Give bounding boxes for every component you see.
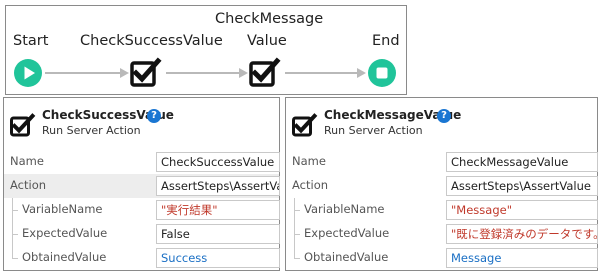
tree-guide xyxy=(294,234,300,235)
property-row-expected-value: ExpectedValue "既に登録済みのデータです。" xyxy=(286,222,598,246)
expected-value-field[interactable]: False xyxy=(156,224,280,244)
property-row-action: Action AssertSteps\AssertValue xyxy=(286,174,598,198)
flow-label-start: Start xyxy=(13,33,49,49)
property-label: VariableName xyxy=(304,202,385,216)
tree-guide xyxy=(12,210,18,211)
check-success-value-node[interactable] xyxy=(130,57,162,87)
property-row-obtained-value: ObtainedValue Success xyxy=(4,246,280,270)
connector-check-success-to-check-message xyxy=(166,72,240,74)
variable-name-field[interactable]: "実行結果" xyxy=(156,200,280,220)
property-label: Action xyxy=(10,178,47,192)
property-row-action: Action AssertSteps\AssertValue xyxy=(4,174,280,198)
connector-start-to-check-success xyxy=(45,72,121,74)
property-label: ExpectedValue xyxy=(304,226,390,240)
action-field[interactable]: AssertSteps\AssertValue xyxy=(156,176,280,196)
property-label: ExpectedValue xyxy=(22,226,108,240)
property-label: ObtainedValue xyxy=(22,250,107,264)
property-row-variable-name: VariableName "Message" xyxy=(286,198,598,222)
obtained-value-field[interactable]: Message xyxy=(446,248,598,268)
checkbox-check-icon xyxy=(10,113,36,137)
arrowhead-end xyxy=(357,68,366,78)
variable-name-field[interactable]: "Message" xyxy=(446,200,598,220)
tree-guide xyxy=(294,258,300,259)
property-label: Action xyxy=(292,178,329,192)
properties-panel-check-message: CheckMessageValue ? Run Server Action Na… xyxy=(285,97,598,271)
help-icon[interactable]: ? xyxy=(437,109,451,123)
property-row-name: Name CheckMessageValue xyxy=(286,150,598,174)
flow-label-check-success: CheckSuccessValue xyxy=(80,33,223,49)
arrowhead-check-success xyxy=(120,68,129,78)
property-row-variable-name: VariableName "実行結果" xyxy=(4,198,280,222)
connector-check-message-to-end xyxy=(285,72,358,74)
play-icon xyxy=(24,66,35,80)
arrowhead-check-message xyxy=(239,68,248,78)
flow-label-check-message-line1: CheckMessage xyxy=(215,11,324,27)
panel-header: CheckSuccessValue ? Run Server Action xyxy=(4,98,279,144)
action-field[interactable]: AssertSteps\AssertValue xyxy=(446,176,598,196)
property-label: Name xyxy=(292,154,326,168)
property-label: ObtainedValue xyxy=(304,250,389,264)
flow-diagram: Start CheckSuccessValue CheckMessage Val… xyxy=(5,5,407,95)
checkbox-check-icon xyxy=(130,57,162,87)
name-field[interactable]: CheckMessageValue xyxy=(446,152,598,172)
flow-label-end: End xyxy=(372,33,400,49)
property-row-expected-value: ExpectedValue False xyxy=(4,222,280,246)
end-node[interactable] xyxy=(368,59,396,87)
property-label: Name xyxy=(10,154,44,168)
property-row-obtained-value: ObtainedValue Message xyxy=(286,246,598,270)
panel-subtitle: Run Server Action xyxy=(324,124,423,137)
stop-icon xyxy=(376,67,388,79)
name-field[interactable]: CheckSuccessValue xyxy=(156,152,280,172)
properties-panel-check-success: CheckSuccessValue ? Run Server Action Na… xyxy=(3,97,280,271)
panel-header: CheckMessageValue ? Run Server Action xyxy=(286,98,597,144)
property-grid: Name CheckMessageValue Action AssertStep… xyxy=(286,150,598,270)
property-grid: Name CheckSuccessValue Action AssertStep… xyxy=(4,150,280,270)
tree-guide xyxy=(294,210,300,211)
property-label: VariableName xyxy=(22,202,103,216)
tree-guide xyxy=(12,234,18,235)
expected-value-field[interactable]: "既に登録済みのデータです。" xyxy=(446,224,598,244)
panel-subtitle: Run Server Action xyxy=(42,124,141,137)
help-icon[interactable]: ? xyxy=(147,109,161,123)
checkbox-check-icon xyxy=(249,57,281,87)
obtained-value-field[interactable]: Success xyxy=(156,248,280,268)
start-node[interactable] xyxy=(14,59,42,87)
property-row-name: Name CheckSuccessValue xyxy=(4,150,280,174)
tree-guide xyxy=(12,258,18,259)
flow-label-check-message-line2: Value xyxy=(247,33,287,49)
checkbox-check-icon xyxy=(292,113,318,137)
check-message-value-node[interactable] xyxy=(249,57,281,87)
